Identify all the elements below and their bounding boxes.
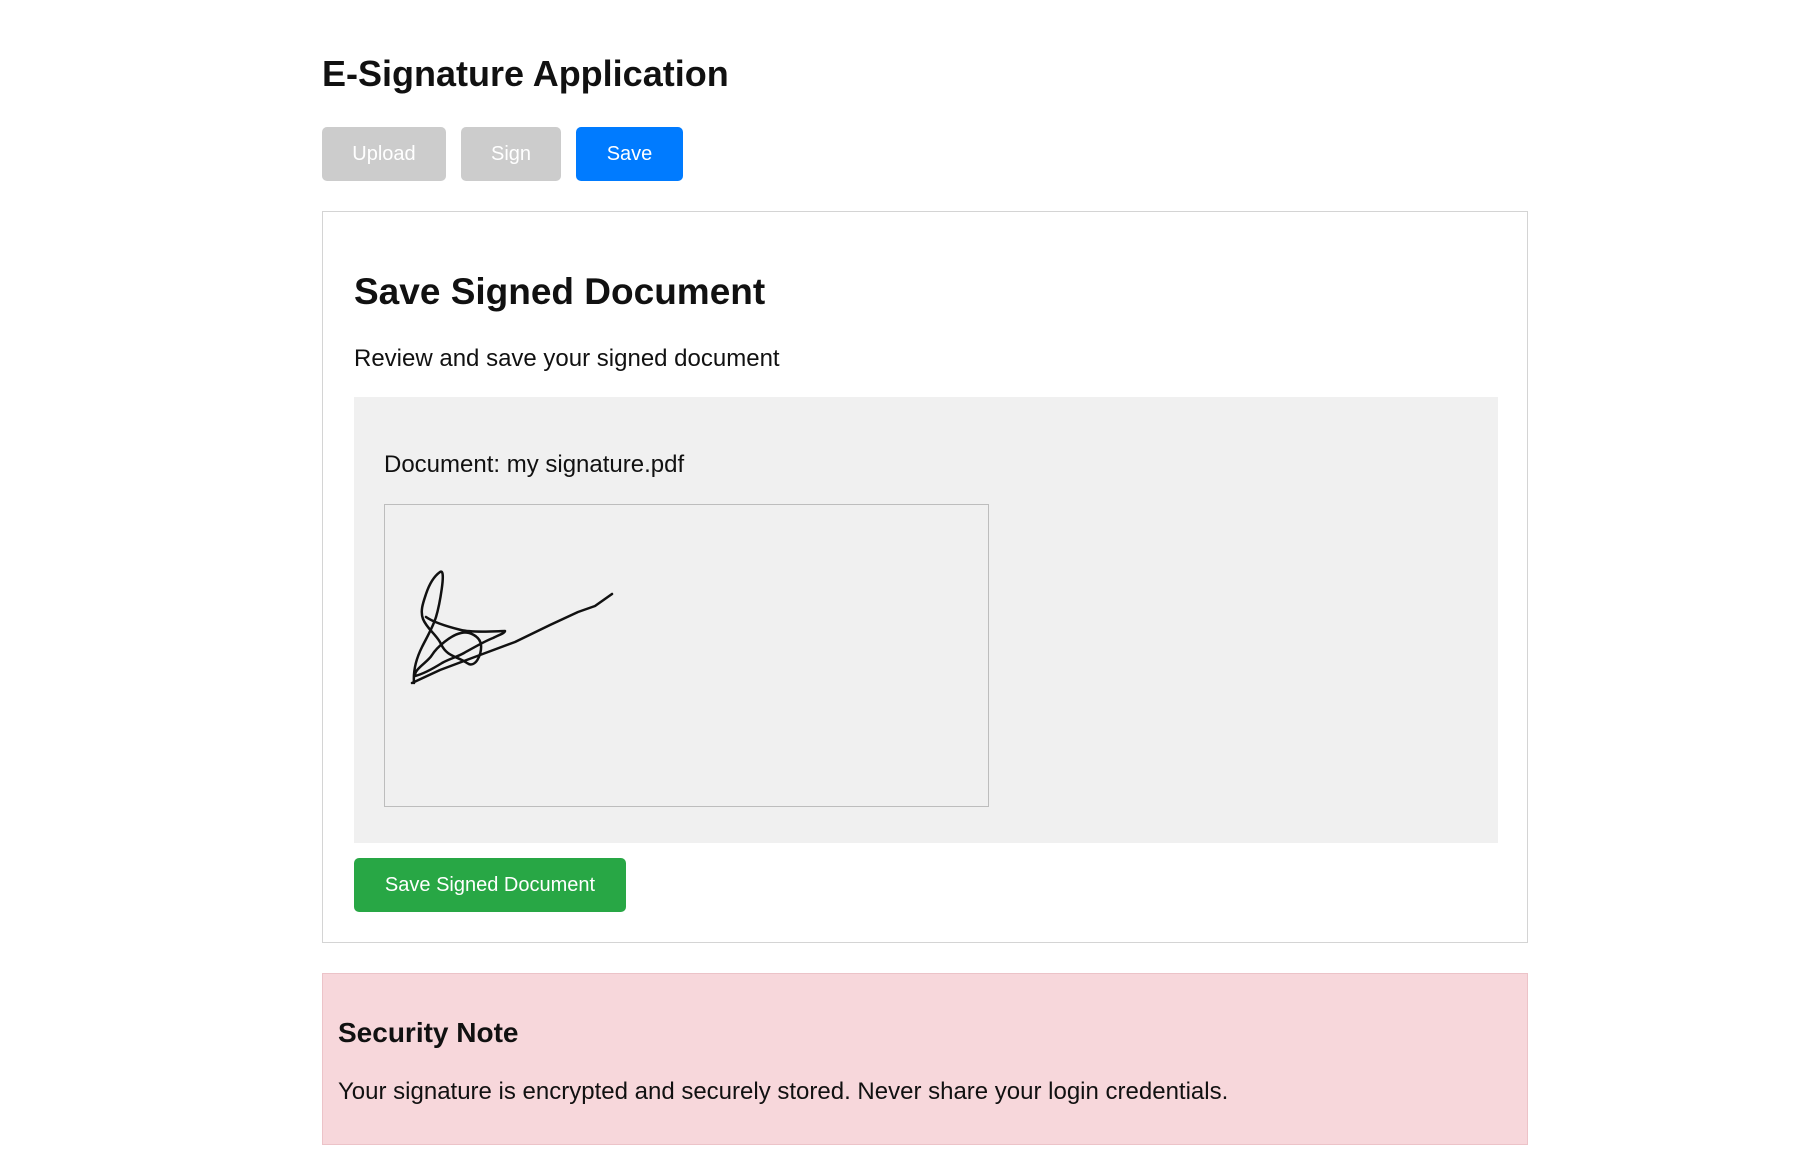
security-note: Security Note Your signature is encrypte… — [322, 973, 1528, 1145]
document-preview: Document: my signature.pdf — [354, 397, 1498, 843]
app-title: E-Signature Application — [322, 53, 729, 94]
document-name: Document: my signature.pdf — [384, 451, 685, 478]
step-navigation: Upload Sign Save — [322, 127, 683, 181]
save-step-button[interactable]: Save — [576, 127, 683, 181]
save-document-panel: Save Signed Document Review and save you… — [322, 211, 1528, 943]
sign-step-button[interactable]: Sign — [461, 127, 561, 181]
upload-step-button[interactable]: Upload — [322, 127, 446, 181]
security-note-text: Your signature is encrypted and securely… — [338, 1078, 1229, 1105]
panel-description: Review and save your signed document — [354, 345, 780, 372]
signature-image — [410, 570, 614, 685]
signature-preview — [384, 504, 989, 807]
panel-title: Save Signed Document — [354, 271, 766, 312]
save-signed-document-button[interactable]: Save Signed Document — [354, 858, 626, 912]
security-note-title: Security Note — [338, 1017, 519, 1048]
